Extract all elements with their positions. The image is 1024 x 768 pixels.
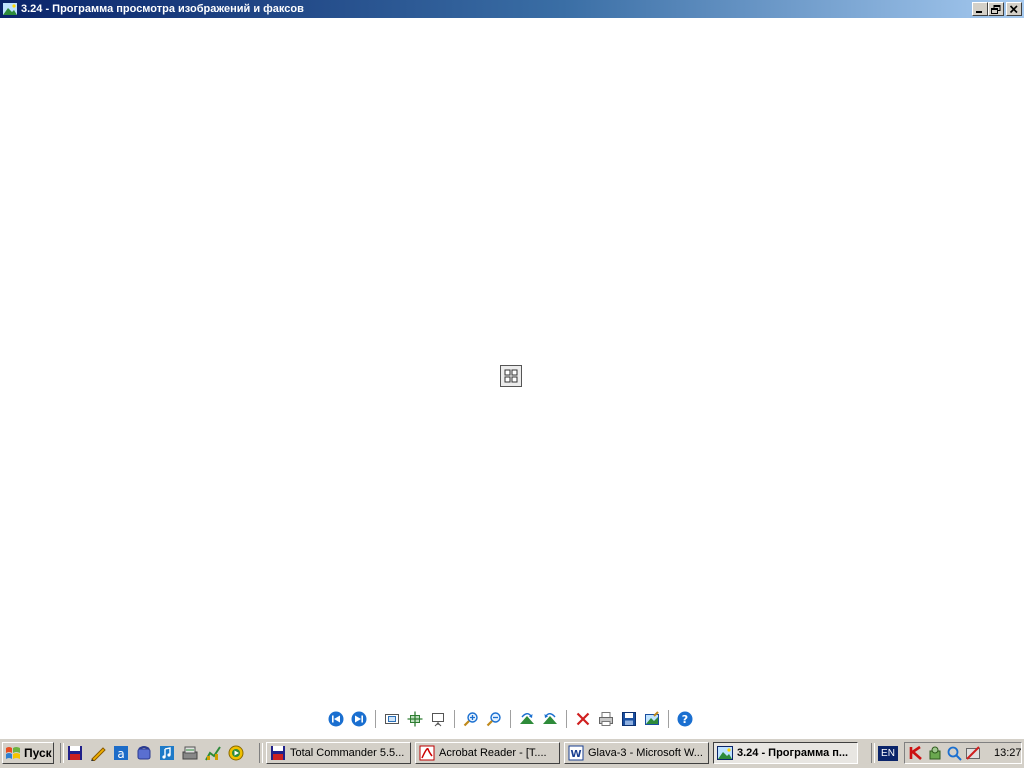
taskbar-grip[interactable] xyxy=(871,743,875,763)
task-image-viewer[interactable]: 3.24 - Программа п... xyxy=(713,742,858,764)
toolbar-separator xyxy=(668,710,670,728)
svg-text:?: ? xyxy=(682,713,688,726)
disconnected-icon[interactable] xyxy=(965,745,981,761)
task-label: Glava-3 - Microsoft W... xyxy=(588,747,703,759)
acrobat-a-icon[interactable]: a xyxy=(112,744,130,762)
scanner-icon[interactable] xyxy=(181,744,199,762)
title-bar[interactable]: 3.24 - Программа просмотра изображений и… xyxy=(0,0,1024,18)
total-commander-icon[interactable] xyxy=(66,744,84,762)
acrobat-icon xyxy=(419,745,435,761)
zoom-in-icon xyxy=(463,712,478,727)
language-indicator[interactable]: EN xyxy=(878,746,898,761)
pencil-icon[interactable] xyxy=(89,744,107,762)
start-label: Пуск xyxy=(24,746,52,760)
print-button[interactable] xyxy=(595,708,617,730)
toolbar-separator xyxy=(566,710,568,728)
image-viewer-icon[interactable] xyxy=(2,2,18,16)
svg-text:W: W xyxy=(570,749,581,760)
windows-logo-icon xyxy=(6,747,20,759)
slideshow-icon xyxy=(432,713,444,727)
network-icon[interactable] xyxy=(927,745,943,761)
actual-size-icon xyxy=(407,711,423,727)
taskbar: Пуск a Total Commander 5.5... Acrobat Re… xyxy=(0,738,1024,768)
system-tray: 13:27 xyxy=(904,742,1022,764)
minimize-button[interactable] xyxy=(972,2,988,16)
phone-icon[interactable] xyxy=(135,744,153,762)
image-placeholder xyxy=(500,365,522,387)
kaspersky-icon[interactable] xyxy=(908,745,924,761)
svg-text:a: a xyxy=(117,747,124,761)
quick-launch: a xyxy=(66,744,250,762)
toolbar-separator xyxy=(375,710,377,728)
slideshow-button[interactable] xyxy=(427,708,449,730)
task-microsoft-word[interactable]: W Glava-3 - Microsoft W... xyxy=(564,742,709,764)
print-icon xyxy=(599,712,613,726)
taskbar-grip[interactable] xyxy=(60,743,64,763)
clock[interactable]: 13:27 xyxy=(994,747,1022,759)
actual-size-button[interactable] xyxy=(404,708,426,730)
previous-image-icon xyxy=(328,711,344,727)
task-label: Acrobat Reader - [T.... xyxy=(439,747,547,759)
task-label: Total Commander 5.5... xyxy=(290,747,405,759)
rotate-clockwise-icon xyxy=(520,713,534,724)
image-canvas[interactable] xyxy=(0,18,1024,704)
word-icon: W xyxy=(568,745,584,761)
task-label: 3.24 - Программа п... xyxy=(737,747,849,759)
help-icon: ? xyxy=(677,711,693,727)
save-icon xyxy=(622,712,636,726)
help-button[interactable]: ? xyxy=(674,708,696,730)
taskbar-grip[interactable] xyxy=(259,743,263,763)
minimize-icon xyxy=(976,10,982,13)
close-icon xyxy=(1009,4,1018,13)
start-button[interactable]: Пуск xyxy=(2,742,54,764)
next-image-icon xyxy=(351,711,367,727)
zoom-out-button[interactable] xyxy=(483,708,505,730)
image-viewer-icon xyxy=(717,745,733,761)
chart-icon[interactable] xyxy=(204,744,222,762)
task-acrobat-reader[interactable]: Acrobat Reader - [T.... xyxy=(415,742,560,764)
delete-button[interactable] xyxy=(572,708,594,730)
close-button[interactable] xyxy=(1006,2,1022,16)
media-player-icon[interactable] xyxy=(227,744,245,762)
search-icon[interactable] xyxy=(946,745,962,761)
previous-image-button[interactable] xyxy=(325,708,347,730)
restore-icon xyxy=(991,4,1001,14)
task-list: Total Commander 5.5... Acrobat Reader - … xyxy=(266,742,862,764)
viewer-toolbar: ? xyxy=(325,708,697,730)
toolbar-separator xyxy=(510,710,512,728)
total-commander-icon xyxy=(270,745,286,761)
music-icon[interactable] xyxy=(158,744,176,762)
rotate-clockwise-button[interactable] xyxy=(516,708,538,730)
zoom-out-icon xyxy=(486,712,501,727)
open-for-editing-button[interactable] xyxy=(641,708,663,730)
rotate-counterclockwise-button[interactable] xyxy=(539,708,561,730)
best-fit-button[interactable] xyxy=(381,708,403,730)
toolbar-separator xyxy=(454,710,456,728)
zoom-in-button[interactable] xyxy=(460,708,482,730)
next-image-button[interactable] xyxy=(348,708,370,730)
rotate-counterclockwise-icon xyxy=(543,713,557,724)
task-total-commander[interactable]: Total Commander 5.5... xyxy=(266,742,411,764)
best-fit-icon xyxy=(385,714,399,724)
restore-button[interactable] xyxy=(988,2,1004,16)
window-title: 3.24 - Программа просмотра изображений и… xyxy=(21,3,304,15)
delete-icon xyxy=(576,712,590,726)
thumbnail-grid-icon xyxy=(504,369,518,383)
open-for-editing-icon xyxy=(645,711,659,725)
save-button[interactable] xyxy=(618,708,640,730)
